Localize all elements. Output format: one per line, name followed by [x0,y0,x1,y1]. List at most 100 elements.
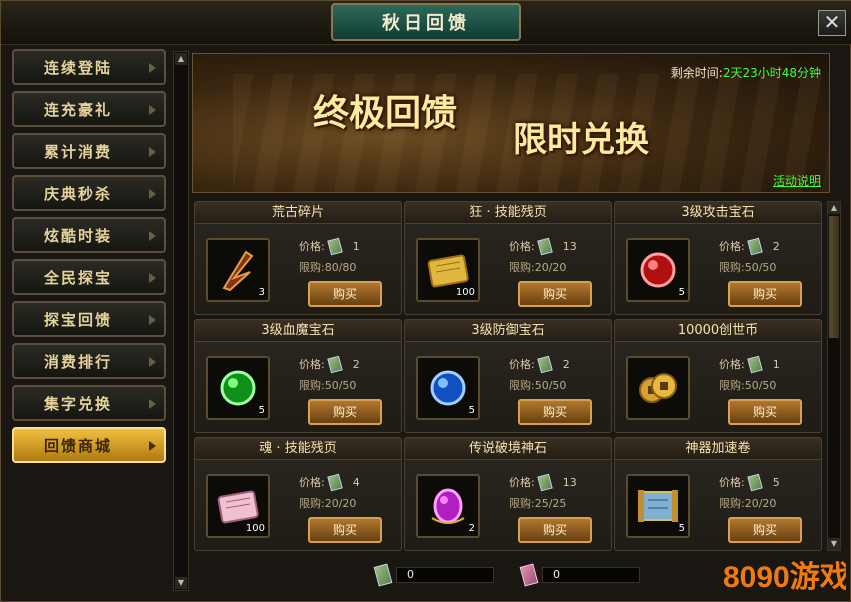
limit-label: 限购: [719,497,745,510]
shop-item-card: 3级防御宝石 5 价格: 2 限购:50/50 购买 [404,319,612,433]
price-row: 价格: 2 [299,355,360,373]
item-slot[interactable]: 3 [206,238,270,302]
price-row: 价格: 13 [509,473,577,491]
item-slot[interactable]: 2 [416,474,480,538]
limit-row: 限购:50/50 [299,377,356,393]
price-value: 1 [352,239,360,253]
scroll-up-icon[interactable]: ▲ [175,53,187,65]
price-value: 5 [772,475,780,489]
limit-label: 限购: [509,379,535,392]
window-title: 秋日回馈 [382,13,470,34]
item-slot[interactable] [626,356,690,420]
limit-row: 限购:80/80 [299,259,356,275]
buy-button[interactable]: 购买 [518,399,592,425]
sidebar-item-9[interactable]: 集字兑换 [12,385,166,421]
item-name: 传说破境神石 [405,438,611,460]
limit-row: 限购:50/50 [719,259,776,275]
sidebar-item-2[interactable]: 连充豪礼 [12,91,166,127]
sidebar-item-4[interactable]: 庆典秒杀 [12,175,166,211]
shop-item-card: 荒古碎片 3 价格: 1 限购:80/80 购买 [194,201,402,315]
item-count: 100 [245,523,265,534]
scroll-up-icon[interactable]: ▲ [828,202,840,214]
buy-button[interactable]: 购买 [308,517,382,543]
left-scrollbar[interactable]: ▲ ▼ [173,51,189,591]
sidebar-item-6[interactable]: 全民探宝 [12,259,166,295]
price-row: 价格: 2 [509,355,570,373]
title-bar: 秋日回馈 ✕ [1,1,851,45]
limit-value: 80/80 [324,261,357,274]
sidebar: 连续登陆连充豪礼累计消费庆典秒杀炫酷时装全民探宝探宝回馈消费排行集字兑换回馈商城 [7,49,169,469]
sidebar-item-5[interactable]: 炫酷时装 [12,217,166,253]
item-slot[interactable]: 5 [626,474,690,538]
limit-label: 限购: [509,261,535,274]
shop-scrollbar[interactable]: ▲ ▼ [827,201,841,551]
limit-label: 限购: [719,261,745,274]
price-row: 价格: 2 [719,237,780,255]
price-label: 价格: [299,476,325,489]
limit-row: 限购:25/25 [509,495,566,511]
shop-item-card: 神器加速卷 5 价格: 5 限购:20/20 购买 [614,437,822,551]
sidebar-item-3[interactable]: 累计消费 [12,133,166,169]
item-count: 100 [455,287,475,298]
price-label: 价格: [299,240,325,253]
green-ticket-icon [373,563,393,587]
pink-ticket-icon [519,563,539,587]
item-name: 10000创世币 [615,320,821,342]
item-slot[interactable]: 5 [626,238,690,302]
item-slot[interactable]: 5 [206,356,270,420]
item-slot[interactable]: 5 [416,356,480,420]
currency-1-value: 0 [396,567,494,583]
ticket-icon [536,237,553,255]
item-name: 狂 · 技能残页 [405,202,611,224]
price-value: 1 [772,357,780,371]
limit-label: 限购: [509,497,535,510]
item-count: 5 [678,523,685,534]
price-row: 价格: 13 [509,237,577,255]
sidebar-item-8[interactable]: 消费排行 [12,343,166,379]
sidebar-item-1[interactable]: 连续登陆 [12,49,166,85]
limit-row: 限购:20/20 [299,495,356,511]
event-window: 秋日回馈 ✕ 连续登陆连充豪礼累计消费庆典秒杀炫酷时装全民探宝探宝回馈消费排行集… [0,0,851,602]
buy-button[interactable]: 购买 [518,281,592,307]
price-value: 13 [562,475,577,489]
price-value: 2 [772,239,780,253]
item-count: 5 [468,405,475,416]
item-slot[interactable]: 100 [416,238,480,302]
title-plate: 秋日回馈 [331,3,521,41]
price-label: 价格: [299,358,325,371]
limit-label: 限购: [299,379,325,392]
shop-item-card: 传说破境神石 2 价格: 13 限购:25/25 购买 [404,437,612,551]
buy-button[interactable]: 购买 [728,517,802,543]
sidebar-item-10[interactable]: 回馈商城 [12,427,166,463]
limit-value: 20/20 [744,497,777,510]
limit-value: 20/20 [534,261,567,274]
item-count: 2 [468,523,475,534]
ticket-icon [746,237,763,255]
limit-row: 限购:50/50 [719,377,776,393]
ticket-icon [536,355,553,373]
item-slot[interactable]: 100 [206,474,270,538]
item-name: 3级攻击宝石 [615,202,821,224]
limit-row: 限购:20/20 [509,259,566,275]
buy-button[interactable]: 购买 [308,399,382,425]
limit-row: 限购:20/20 [719,495,776,511]
event-info-link[interactable]: 活动说明 [773,172,821,189]
buy-button[interactable]: 购买 [728,281,802,307]
limit-value: 25/25 [534,497,567,510]
buy-button[interactable]: 购买 [728,399,802,425]
buy-button[interactable]: 购买 [518,517,592,543]
item-count: 5 [258,405,265,416]
limit-label: 限购: [299,261,325,274]
price-row: 价格: 1 [299,237,360,255]
scroll-down-icon[interactable]: ▼ [175,577,187,589]
sidebar-item-7[interactable]: 探宝回馈 [12,301,166,337]
price-row: 价格: 5 [719,473,780,491]
price-label: 价格: [509,476,535,489]
banner-title-1: 终极回馈 [313,92,458,134]
scrollbar-thumb[interactable] [829,216,839,338]
item-count: 5 [678,287,685,298]
buy-button[interactable]: 购买 [308,281,382,307]
close-button[interactable]: ✕ [818,10,846,36]
price-value: 4 [352,475,360,489]
ticket-icon [326,355,343,373]
